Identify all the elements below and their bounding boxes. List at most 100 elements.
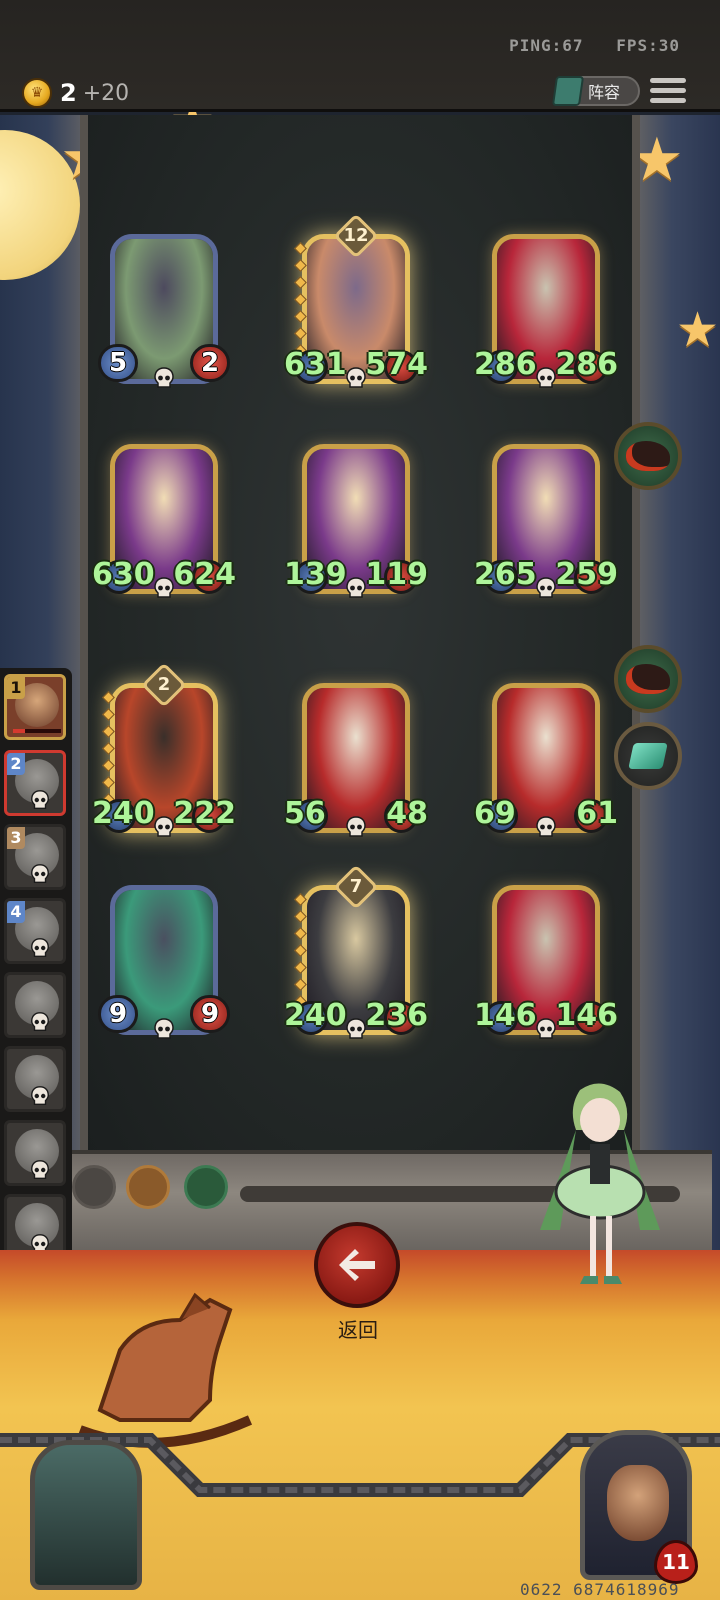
minion-health: 222 (173, 793, 236, 833)
minion-attack: 5 (98, 344, 138, 382)
gold-value: 2 (60, 79, 77, 107)
minion-card-witch[interactable]: 52 (98, 234, 230, 406)
minion-attack: 631 (284, 344, 347, 384)
attack-value: 631 (284, 346, 347, 382)
minion-card-toy-soldier[interactable]: 56 48 (284, 683, 428, 855)
perf-readout: PING:67 FPS:30 (487, 36, 680, 55)
health-value: 48 (386, 795, 428, 831)
minion-attack: 630 (92, 554, 155, 594)
menu-bar-icon (650, 98, 686, 103)
player-rank: 4 (7, 901, 25, 923)
player-entry[interactable]: 4 (4, 898, 66, 964)
minion-attack: 286 (474, 344, 537, 384)
minion-card-clown-jack[interactable]: 286 286 (474, 234, 618, 406)
skull-icon (29, 1159, 51, 1181)
player-rank: 1 (7, 677, 25, 699)
minion-health: 574 (365, 344, 428, 384)
minion-card-armored-knight[interactable]: 7 240 236 (284, 864, 428, 1057)
minion-health: 9 (190, 995, 230, 1033)
menu-button[interactable] (650, 78, 686, 106)
minion-attack: 139 (284, 554, 347, 594)
tier-number: 12 (343, 225, 369, 246)
health-value: 259 (555, 556, 618, 592)
user-id-text: 0622 6874618969 (520, 1580, 680, 1599)
health-value: 286 (555, 346, 618, 382)
minion-card-horned-banker[interactable]: 630 624 (92, 444, 236, 616)
attack-value: 69 (474, 795, 516, 831)
minion-health: 61 (576, 793, 618, 833)
skull-icon (29, 1085, 51, 1107)
raven-button[interactable] (614, 422, 682, 490)
player-list: 1 2 3 4 (0, 668, 72, 1274)
attack-value: 286 (474, 346, 537, 382)
game-screen: ★ ★ ★ ★ PING:67 FPS:30 ♛ 2 +20 阵容 521263… (0, 0, 720, 1600)
skull-icon (29, 937, 51, 959)
lineup-label: 阵容 (588, 83, 621, 102)
minion-attack: 9 (98, 995, 138, 1033)
attack-value: 56 (284, 795, 326, 831)
attack-value: 240 (284, 997, 347, 1033)
health-value: 236 (365, 997, 428, 1033)
attack-value: 265 (474, 556, 537, 592)
minion-health: 146 (555, 995, 618, 1035)
minion-health: 286 (555, 344, 618, 384)
minion-health: 48 (386, 793, 428, 833)
minion-card-toy-soldier[interactable]: 69 61 (474, 683, 618, 855)
minion-attack: 265 (474, 554, 537, 594)
tray-slot (126, 1165, 170, 1209)
menu-bar-icon (650, 78, 686, 83)
tray-slot (184, 1165, 228, 1209)
gem-button[interactable] (614, 722, 682, 790)
minion-card-horned-elf[interactable]: 99 (98, 885, 230, 1057)
player-entry[interactable]: 3 (4, 824, 66, 890)
minion-health: 119 (365, 554, 428, 594)
rocking-horse-decoration (78, 1292, 253, 1448)
ping-text: PING:67 (509, 36, 584, 55)
minion-attack: 240 (92, 793, 155, 833)
player-entry[interactable] (4, 1046, 66, 1112)
star-decoration: ★ (676, 302, 720, 358)
hero-health: 11 (654, 1540, 698, 1584)
hero-face (607, 1465, 669, 1541)
back-button[interactable] (314, 1222, 400, 1308)
raven-button[interactable] (614, 645, 682, 713)
minion-card-horned-banker[interactable]: 139 119 (284, 444, 428, 616)
tavern-portrait[interactable] (30, 1440, 142, 1590)
health-value: 574 (365, 346, 428, 382)
minion-attack: 69 (474, 793, 516, 833)
minion-health: 2 (190, 344, 230, 382)
minion-attack: 146 (474, 995, 537, 1035)
minion-card-horned-banker[interactable]: 265 259 (474, 444, 618, 616)
minion-health: 236 (365, 995, 428, 1035)
top-bar: PING:67 FPS:30 ♛ 2 +20 阵容 (0, 0, 720, 112)
player-entry[interactable]: 2 (4, 750, 66, 816)
dancer-character (540, 1083, 660, 1284)
tier-number: 2 (157, 674, 171, 695)
player-entry[interactable] (4, 1120, 66, 1186)
minion-attack: 56 (284, 793, 326, 833)
health-value: 119 (365, 556, 428, 592)
gem-icon (628, 743, 668, 769)
attack-value: 146 (474, 997, 537, 1033)
minion-card-pirate-brute[interactable]: 12 631 574 (284, 213, 428, 406)
skull-icon (29, 1011, 51, 1033)
book-icon (551, 76, 585, 106)
lineup-button[interactable]: 阵容 (551, 76, 640, 106)
skull-icon (152, 366, 176, 390)
player-entry[interactable]: 1 (4, 674, 66, 740)
player-health-bar (13, 729, 61, 733)
raven-icon (626, 441, 670, 471)
skull-icon (29, 789, 51, 811)
minion-card-clown-jack[interactable]: 146 146 (474, 885, 618, 1057)
minion-health: 259 (555, 554, 618, 594)
attack-value: 630 (92, 556, 155, 592)
skull-icon (29, 863, 51, 885)
gold-coin-icon: ♛ (22, 78, 52, 108)
tray-slot (72, 1165, 116, 1209)
player-entry[interactable] (4, 972, 66, 1038)
raven-icon (626, 664, 670, 694)
back-label: 返回 (338, 1318, 378, 1342)
gold-increment: +20 (82, 80, 130, 106)
minion-card-hooded-assassin[interactable]: 2 240 222 (92, 662, 236, 855)
minion-health: 624 (173, 554, 236, 594)
